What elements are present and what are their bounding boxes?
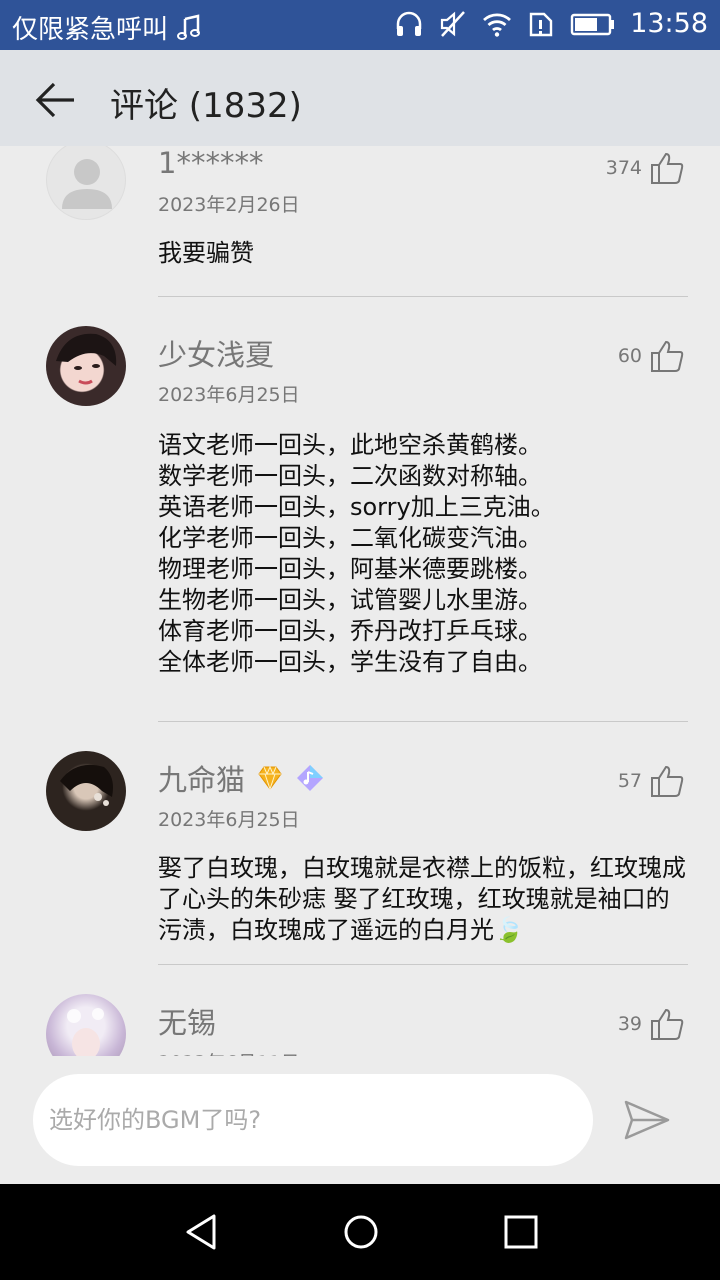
comment-line: 化学老师一回头，二氧化碳变汽油。 bbox=[158, 524, 542, 552]
comment-date: 2023年6月25日 bbox=[158, 809, 300, 831]
headphones-icon bbox=[396, 11, 422, 36]
music-badge-icon bbox=[297, 765, 324, 791]
app-header: 评论 (1832) bbox=[0, 50, 720, 146]
like-button[interactable]: 60 bbox=[618, 338, 686, 374]
divider bbox=[158, 296, 688, 297]
wifi-icon bbox=[483, 12, 512, 37]
status-bar: 仅限紧急呼叫 13:58 bbox=[0, 0, 720, 50]
like-count: 60 bbox=[617, 345, 642, 367]
mute-icon bbox=[441, 10, 466, 37]
comment-line: 体育老师一回头，乔丹改打乒乓球。 bbox=[158, 617, 542, 645]
avatar[interactable] bbox=[46, 751, 126, 831]
thumbs-up-icon bbox=[651, 1008, 684, 1040]
comment-date: 2023年6月11日 bbox=[158, 1048, 300, 1056]
back-triangle-icon[interactable] bbox=[182, 1212, 222, 1252]
send-icon[interactable] bbox=[622, 1098, 672, 1142]
like-button[interactable]: 57 bbox=[618, 763, 686, 799]
carrier-text: 仅限紧急呼叫 bbox=[12, 15, 169, 45]
thumbs-up-icon bbox=[651, 340, 684, 372]
system-nav-bar bbox=[0, 1184, 720, 1280]
like-count: 39 bbox=[617, 1013, 642, 1035]
comment-text: 娶了白玫瑰，白玫瑰就是衣襟上的饭粒，红玫瑰成了心头的朱砂痣 娶了红玫瑰，红玫瑰就… bbox=[158, 854, 686, 944]
comment-line: 英语老师一回头，sorry加上三克油。 bbox=[158, 493, 555, 521]
user-photo-icon bbox=[67, 1008, 104, 1056]
thumbs-up-icon bbox=[651, 152, 684, 184]
comment-composer bbox=[0, 1056, 720, 1184]
status-right: 13:58 bbox=[394, 8, 708, 39]
comment-line: 生物老师一回头，试管婴儿水里游。 bbox=[158, 586, 542, 614]
home-circle-icon[interactable] bbox=[341, 1212, 381, 1252]
comment-list[interactable]: 1****** 2023年2月26日 374 我要骗赞 少女浅夏 2023年6月… bbox=[0, 146, 720, 1056]
comment-text: 语文老师一回头，此地空杀黄鹤楼。 数学老师一回头，二次函数对称轴。 英语老师一回… bbox=[158, 430, 693, 678]
avatar[interactable] bbox=[46, 994, 126, 1056]
status-left: 仅限紧急呼叫 bbox=[12, 9, 204, 46]
battery-icon bbox=[570, 13, 615, 35]
divider bbox=[158, 721, 688, 722]
thumbs-up-icon bbox=[651, 765, 684, 797]
comment-input[interactable] bbox=[33, 1074, 593, 1166]
arrow-left-icon[interactable] bbox=[30, 76, 78, 124]
recents-square-icon[interactable] bbox=[501, 1212, 541, 1252]
avatar[interactable] bbox=[46, 146, 126, 220]
user-photo-icon bbox=[56, 333, 117, 385]
status-time: 13:58 bbox=[630, 8, 708, 39]
like-count: 374 bbox=[605, 157, 642, 179]
like-button[interactable]: 374 bbox=[606, 150, 686, 186]
diamond-badge-icon bbox=[258, 765, 282, 791]
divider bbox=[158, 964, 688, 965]
like-count: 57 bbox=[617, 770, 642, 792]
user-photo-icon bbox=[60, 764, 113, 806]
comment-date: 2023年2月26日 bbox=[158, 194, 300, 216]
sim-alert-icon bbox=[529, 12, 553, 36]
comment-author[interactable]: 无锡 bbox=[158, 1000, 216, 1042]
music-note-icon bbox=[177, 13, 201, 40]
default-user-icon bbox=[62, 159, 112, 209]
like-button[interactable]: 39 bbox=[618, 1006, 686, 1042]
comment-author[interactable]: 九命猫 bbox=[158, 757, 325, 799]
comment-text: 我要骗赞 bbox=[158, 239, 254, 267]
comment-date: 2023年6月25日 bbox=[158, 384, 300, 406]
page-title: 评论 (1832) bbox=[110, 86, 302, 126]
comment-line: 物理老师一回头，阿基米德要跳楼。 bbox=[158, 555, 542, 583]
comment-line: 语文老师一回头，此地空杀黄鹤楼。 bbox=[158, 431, 542, 459]
comment-line: 数学老师一回头，二次函数对称轴。 bbox=[158, 462, 542, 490]
avatar[interactable] bbox=[46, 326, 126, 406]
comment-author[interactable]: 1****** bbox=[158, 146, 263, 180]
comment-line: 全体老师一回头，学生没有了自由。 bbox=[158, 648, 542, 676]
comment-author[interactable]: 少女浅夏 bbox=[158, 332, 274, 374]
